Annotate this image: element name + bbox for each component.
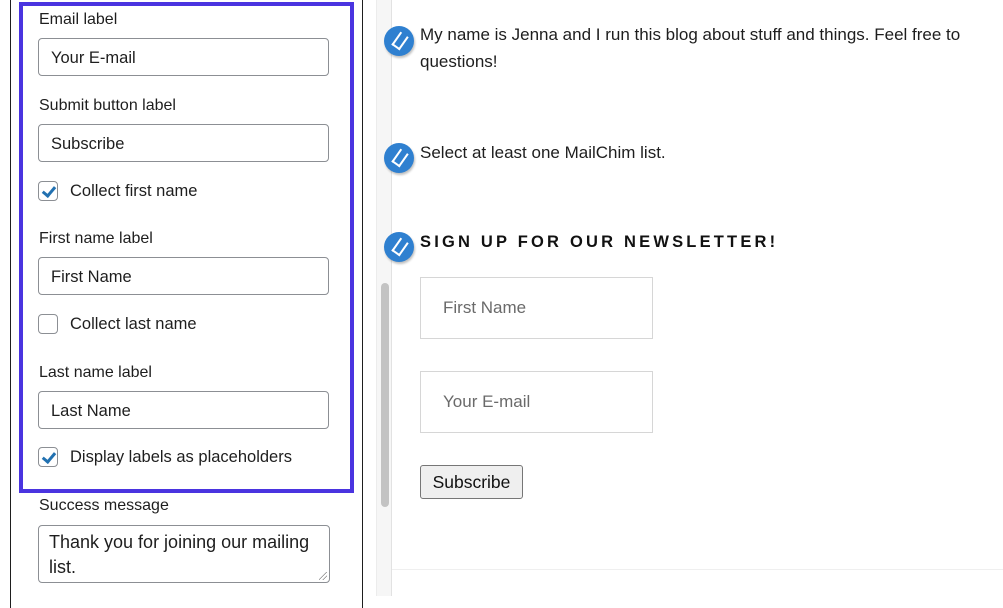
scrollbar-thumb[interactable] bbox=[381, 283, 389, 507]
collect-last-name-label: Collect last name bbox=[70, 314, 197, 333]
success-message-heading: Success message bbox=[39, 497, 169, 514]
display-placeholders-checkbox[interactable] bbox=[38, 447, 58, 467]
mailchimp-notice: Select at least one MailChim list. bbox=[420, 143, 666, 162]
last-name-label-input[interactable]: Last Name bbox=[38, 391, 329, 429]
collect-first-name-toggle[interactable]: Collect first name bbox=[38, 181, 197, 201]
first-name-label-heading: First name label bbox=[39, 230, 153, 247]
intro-text-line2: questions! bbox=[420, 52, 498, 71]
pencil-icon[interactable] bbox=[384, 232, 414, 262]
submit-label-input[interactable]: Subscribe bbox=[38, 124, 329, 162]
last-name-label-heading: Last name label bbox=[39, 364, 152, 381]
email-label-heading: Email label bbox=[39, 11, 118, 28]
preview-email-input[interactable]: Your E-mail bbox=[420, 371, 653, 433]
collect-last-name-toggle[interactable]: Collect last name bbox=[38, 314, 197, 334]
preview-subscribe-button[interactable]: Subscribe bbox=[420, 465, 523, 499]
display-placeholders-label: Display labels as placeholders bbox=[70, 447, 292, 466]
preview-first-name-input[interactable]: First Name bbox=[420, 277, 653, 339]
collect-last-name-checkbox[interactable] bbox=[38, 314, 58, 334]
success-message-textarea[interactable]: Thank you for joining our mailing list. bbox=[38, 525, 330, 583]
pencil-icon[interactable] bbox=[384, 143, 414, 173]
email-label-input[interactable]: Your E-mail bbox=[38, 38, 329, 76]
submit-label-heading: Submit button label bbox=[39, 97, 176, 114]
divider bbox=[392, 569, 1003, 570]
collect-first-name-label: Collect first name bbox=[70, 181, 198, 200]
success-message-text: Thank you for joining our mailing list. bbox=[49, 532, 310, 577]
resize-grip-icon[interactable] bbox=[319, 572, 327, 580]
newsletter-title: SIGN UP FOR OUR NEWSLETTER! bbox=[420, 233, 779, 251]
display-placeholders-toggle[interactable]: Display labels as placeholders bbox=[38, 447, 292, 467]
pencil-icon[interactable] bbox=[384, 26, 414, 56]
collect-first-name-checkbox[interactable] bbox=[38, 181, 58, 201]
first-name-label-input[interactable]: First Name bbox=[38, 257, 329, 295]
intro-text-line1: My name is Jenna and I run this blog abo… bbox=[420, 25, 961, 44]
